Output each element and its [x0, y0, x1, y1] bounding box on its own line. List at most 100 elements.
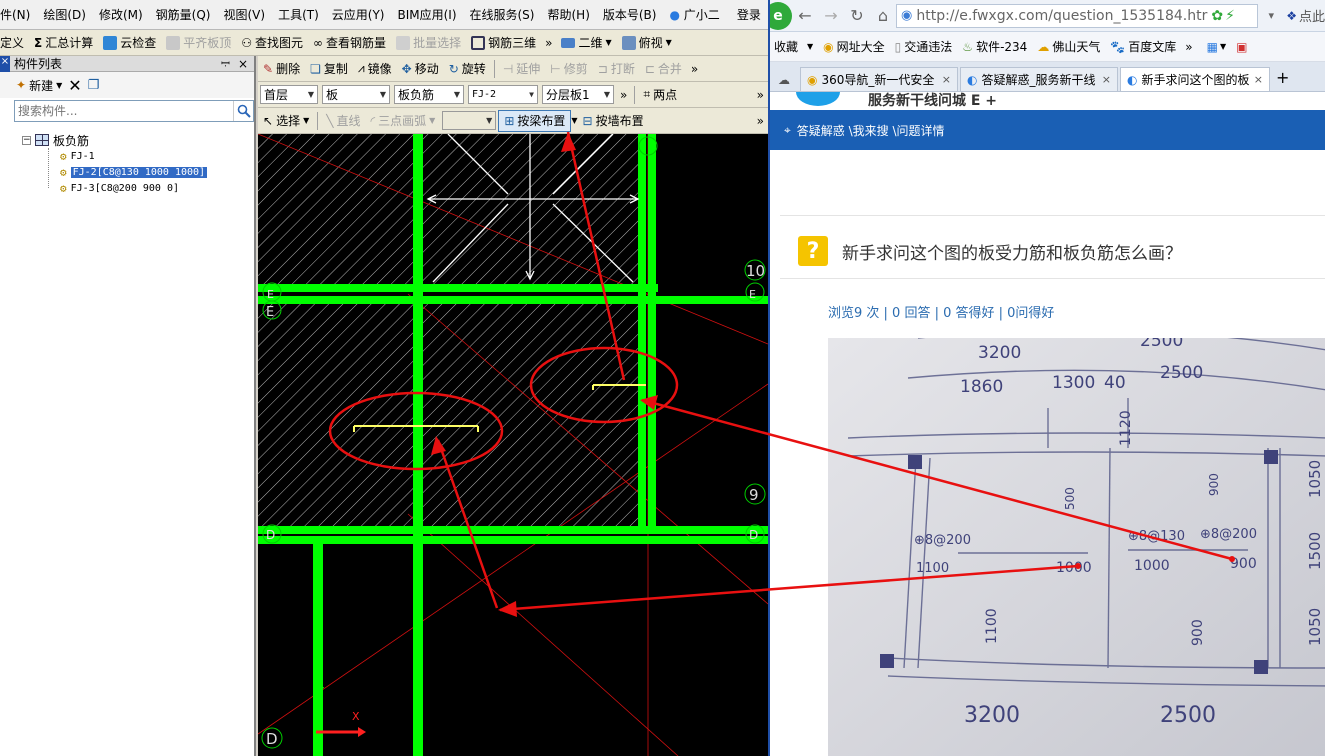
- menu-modify[interactable]: 修改(M): [93, 0, 150, 30]
- summary-calc-button[interactable]: Σ 汇总计算: [29, 32, 98, 54]
- tree-item-selected[interactable]: ⚙ FJ-2[C8@130 1000 1000]: [0, 164, 254, 180]
- address-bar[interactable]: ◉ http://e.fwxgx.com/question_1535184.ht…: [896, 3, 1259, 28]
- menu-view[interactable]: 视图(V): [217, 0, 272, 30]
- bookmarks-overflow-icon[interactable]: »: [1181, 40, 1196, 54]
- beam[interactable]: [413, 134, 423, 756]
- place-by-beam-button[interactable]: ⊞ 按梁布置: [498, 109, 572, 132]
- element-type-select[interactable]: 板 ▼: [322, 85, 390, 104]
- menu-bim[interactable]: BIM应用(I): [391, 0, 463, 30]
- menu-tools[interactable]: 工具(T): [272, 0, 326, 30]
- search-input[interactable]: [15, 101, 233, 121]
- question-photo[interactable]: 3200 2500 1860 1300 40 2500 1120 500 900…: [828, 338, 1325, 756]
- cloud-check-button[interactable]: 云检查: [98, 32, 161, 54]
- menu-version[interactable]: 版本号(B): [597, 0, 664, 30]
- view-top-dropdown[interactable]: 俯视 ▼: [617, 32, 677, 54]
- delete-button[interactable]: ✎ 删除: [258, 58, 305, 80]
- find-element-button[interactable]: ⚇ 查找图元: [236, 32, 308, 54]
- menu-rebar-qty[interactable]: 钢筋量(Q): [150, 0, 218, 30]
- menu-draw[interactable]: 绘图(D): [37, 0, 93, 30]
- search-icon[interactable]: [233, 101, 253, 121]
- trim-button[interactable]: ⊢ 修剪: [545, 58, 592, 80]
- two-points-button[interactable]: ⌗ 两点: [638, 84, 682, 106]
- toolbar-draw-overflow-icon[interactable]: »: [753, 114, 768, 128]
- drawing-canvas[interactable]: 10 E E E 9 D D D Y X: [258, 134, 768, 756]
- beam[interactable]: [258, 536, 768, 544]
- user-icon[interactable]: ❖: [1286, 9, 1297, 23]
- new-component-button[interactable]: ✦ 新建 ▼: [16, 74, 62, 96]
- select-button[interactable]: ↖ 选择 ▼: [258, 110, 314, 132]
- component-select[interactable]: FJ-2 ▼: [468, 85, 538, 104]
- bookmark-favorites[interactable]: 收藏 ▼: [774, 38, 818, 55]
- bookmark-item[interactable]: ▯ 交通违法: [890, 38, 958, 55]
- tab-360-nav[interactable]: ◉ 360导航_新一代安全 ×: [800, 67, 958, 91]
- pin-icon[interactable]: ꟷ̣: [221, 56, 230, 71]
- floor-select[interactable]: 首层 ▼: [260, 85, 318, 104]
- beam[interactable]: [648, 134, 656, 534]
- apps-dropdown-icon[interactable]: ▼: [1220, 42, 1226, 51]
- refresh-icon[interactable]: ↻: [844, 6, 870, 25]
- batch-select-button[interactable]: 批量选择: [391, 32, 466, 54]
- tree-root-item[interactable]: − 板负筋: [0, 132, 254, 148]
- define-button[interactable]: 定义: [0, 32, 29, 54]
- beam[interactable]: [258, 296, 768, 304]
- lightning-icon[interactable]: ⚡: [1225, 8, 1235, 24]
- cloud-icon[interactable]: ☁: [770, 73, 798, 91]
- toolbar-layer-overflow2-icon[interactable]: »: [753, 88, 768, 102]
- new-tab-icon[interactable]: +: [1270, 68, 1295, 91]
- login-button[interactable]: 登录: [727, 0, 768, 30]
- view-2d-dropdown[interactable]: 二维 ▼: [556, 32, 616, 54]
- extend-button[interactable]: ⊣ 延伸: [498, 58, 545, 80]
- bookmark-item[interactable]: ◉ 网址大全: [818, 38, 890, 55]
- delete-icon[interactable]: ✕: [68, 76, 81, 95]
- rotate-button[interactable]: ↻ 旋转: [444, 58, 491, 80]
- menu-online[interactable]: 在线服务(S): [464, 0, 542, 30]
- tab-close-icon[interactable]: ×: [1102, 73, 1111, 86]
- menu-cloud[interactable]: 云应用(Y): [326, 0, 392, 30]
- tree-item[interactable]: ⚙ FJ-3[C8@200 900 0]: [0, 180, 254, 196]
- forward-icon[interactable]: →: [818, 6, 844, 25]
- bookmark-item[interactable]: ☁ 佛山天气: [1032, 38, 1105, 55]
- mirror-button[interactable]: ⩘ 镜像: [353, 58, 397, 80]
- layer-select[interactable]: 分层板1 ▼: [542, 85, 614, 104]
- menu-file[interactable]: 件(N): [0, 0, 37, 30]
- bookmark-item[interactable]: ♨ 软件-234: [957, 38, 1032, 55]
- rebar-3d-button[interactable]: 钢筋三维: [466, 32, 541, 54]
- toolbar-layer-overflow-icon[interactable]: »: [616, 88, 631, 102]
- beam[interactable]: [638, 134, 646, 534]
- panel-close-icon[interactable]: ×: [238, 57, 248, 71]
- pdf-icon[interactable]: ▣: [1236, 40, 1247, 54]
- copy-icon[interactable]: ❐: [88, 78, 100, 93]
- menu-assistant[interactable]: ● 广小二: [663, 0, 726, 30]
- tab-close-icon[interactable]: ×: [942, 73, 951, 86]
- place-by-wall-button[interactable]: ⊟ 按墙布置: [578, 110, 649, 132]
- home-icon[interactable]: ⌂: [870, 6, 896, 25]
- tab-question[interactable]: ◐ 新手求问这个图的板 ×: [1120, 67, 1270, 91]
- collapse-icon[interactable]: −: [22, 135, 31, 145]
- toolbar-edit-overflow-icon[interactable]: »: [687, 62, 702, 76]
- beam[interactable]: [313, 544, 323, 756]
- arc-button[interactable]: ◜ 三点画弧 ▼: [365, 110, 440, 132]
- break-button[interactable]: ⊐ 打断: [593, 58, 640, 80]
- panel-close-left-icon[interactable]: ×: [0, 56, 10, 72]
- breadcrumb[interactable]: 答疑解惑 \我来搜 \问题详情: [797, 122, 945, 139]
- beam[interactable]: [258, 284, 658, 292]
- view-rebar-qty-button[interactable]: ∞ 查看钢筋量: [308, 32, 391, 54]
- menu-help[interactable]: 帮助(H): [541, 0, 596, 30]
- apps-icon[interactable]: ▦: [1207, 40, 1218, 54]
- tab-qa[interactable]: ◐ 答疑解惑_服务新干线 ×: [960, 67, 1118, 91]
- dropdown-icon[interactable]: ▾: [1258, 9, 1284, 22]
- tab-close-icon[interactable]: ×: [1254, 73, 1263, 86]
- draw-option-select[interactable]: ▼: [442, 111, 497, 130]
- move-button[interactable]: ✥ 移动: [397, 58, 444, 80]
- user-corner-text[interactable]: 点此: [1299, 6, 1325, 25]
- beam[interactable]: [258, 526, 768, 534]
- flush-slab-top-button[interactable]: 平齐板顶: [161, 32, 236, 54]
- back-icon[interactable]: ←: [792, 6, 818, 25]
- element-subtype-select[interactable]: 板负筋 ▼: [394, 85, 464, 104]
- tree-item[interactable]: ⚙ FJ-1: [0, 148, 254, 164]
- security-icon[interactable]: ✿: [1211, 8, 1223, 24]
- merge-button[interactable]: ⊏ 合并: [640, 58, 687, 80]
- bookmark-item[interactable]: 🐾 百度文库: [1105, 38, 1181, 55]
- toolbar-overflow-icon[interactable]: »: [541, 36, 556, 50]
- copy-button[interactable]: ❏ 复制: [305, 58, 353, 80]
